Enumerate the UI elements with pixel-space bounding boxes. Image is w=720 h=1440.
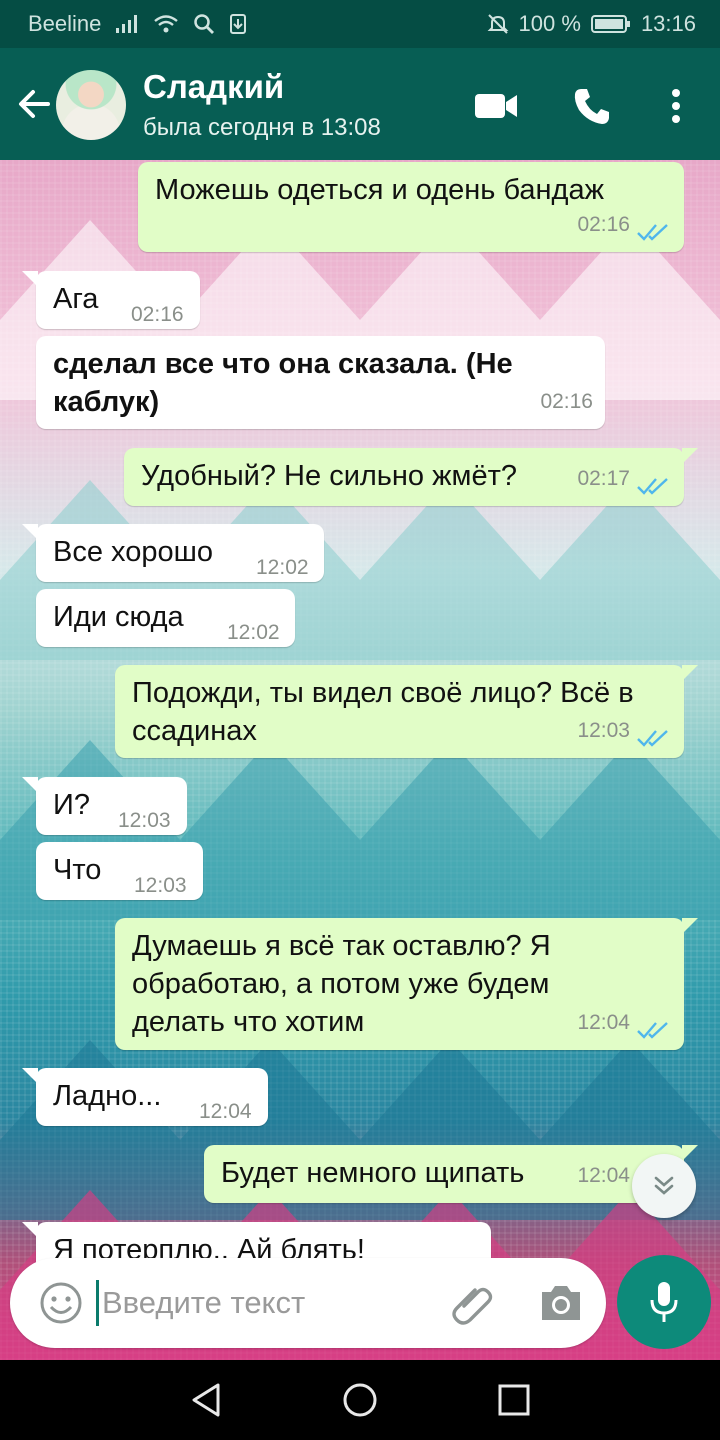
more-vertical-icon[interactable] bbox=[654, 84, 698, 128]
last-seen-status: была сегодня в 13:08 bbox=[143, 114, 381, 141]
message-text: сделал все что она сказала. (Не каблук) bbox=[53, 348, 513, 418]
message-time: 12:03 bbox=[118, 809, 171, 832]
mic-button[interactable] bbox=[617, 1255, 711, 1349]
message-time: 12:02 bbox=[227, 621, 280, 644]
system-navigation-bar bbox=[0, 1360, 720, 1440]
message-composer bbox=[10, 1258, 606, 1348]
message-time: 12:02 bbox=[256, 556, 309, 579]
message-outgoing[interactable]: Подожди, ты видел своё лицо? Всё в ссади… bbox=[115, 665, 698, 758]
read-ticks-icon bbox=[637, 478, 668, 495]
recents-nav-icon[interactable] bbox=[494, 1380, 534, 1420]
avatar[interactable] bbox=[56, 70, 126, 140]
message-time: 12:03 bbox=[577, 719, 630, 742]
message-time: 12:03 bbox=[134, 874, 187, 897]
chevron-double-down-icon bbox=[654, 1176, 674, 1195]
message-time: 12:04 bbox=[577, 1164, 630, 1187]
battery-percent: 100 % bbox=[518, 11, 581, 36]
emoji-icon[interactable] bbox=[38, 1280, 84, 1326]
message-outgoing[interactable]: Удобный? Не сильно жмёт? 02:17 bbox=[124, 448, 698, 506]
message-text: Все хорошо bbox=[53, 536, 213, 568]
message-incoming[interactable]: И? 12:03 bbox=[22, 777, 187, 835]
message-text: Думаешь я всё так оставлю? Я обработаю, … bbox=[132, 930, 551, 1038]
message-incoming[interactable]: Что 12:03 bbox=[36, 842, 203, 900]
message-text: Удобный? Не сильно жмёт? bbox=[141, 460, 517, 492]
message-input[interactable] bbox=[102, 1280, 432, 1326]
chat-area[interactable]: Можешь одеться и одень бандаж 02:16 Ага … bbox=[0, 160, 720, 1360]
message-text: Иди сюда bbox=[53, 601, 184, 633]
message-time: 02:16 bbox=[577, 213, 630, 236]
contact-name[interactable]: Сладкий bbox=[143, 68, 284, 106]
message-time: 02:16 bbox=[540, 390, 593, 413]
text-caret bbox=[96, 1280, 99, 1326]
message-time: 12:04 bbox=[577, 1011, 630, 1034]
clock: 13:16 bbox=[640, 11, 696, 36]
message-time: 02:17 bbox=[577, 467, 630, 490]
message-text: И? bbox=[53, 789, 90, 821]
wifi-icon bbox=[153, 14, 179, 34]
message-text: Ага bbox=[53, 283, 99, 315]
phone-icon[interactable] bbox=[570, 84, 614, 128]
status-bar: Beeline 100 % 13:16 bbox=[0, 0, 720, 48]
read-ticks-icon bbox=[637, 1022, 668, 1039]
message-outgoing[interactable]: Будет немного щипать 12:04 bbox=[204, 1145, 698, 1203]
message-text: Будет немного щипать bbox=[221, 1157, 525, 1189]
message-incoming[interactable]: Ага 02:16 bbox=[22, 271, 200, 329]
attach-icon[interactable] bbox=[450, 1280, 496, 1326]
home-nav-icon[interactable] bbox=[340, 1380, 380, 1420]
message-outgoing[interactable]: Думаешь я всё так оставлю? Я обработаю, … bbox=[115, 918, 698, 1050]
read-ticks-icon bbox=[637, 224, 668, 241]
back-nav-icon[interactable] bbox=[186, 1380, 226, 1420]
video-call-icon[interactable] bbox=[474, 84, 518, 128]
message-time: 02:16 bbox=[131, 303, 184, 326]
message-incoming[interactable]: Иди сюда 12:02 bbox=[36, 589, 295, 647]
message-incoming[interactable]: Ладно... 12:04 bbox=[22, 1068, 268, 1126]
read-ticks-icon bbox=[637, 730, 668, 747]
message-text: Что bbox=[53, 854, 102, 886]
search-icon bbox=[193, 13, 215, 35]
message-incoming[interactable]: Все хорошо 12:02 bbox=[22, 524, 324, 582]
mic-icon bbox=[650, 1282, 678, 1322]
message-outgoing[interactable]: Можешь одеться и одень бандаж 02:16 bbox=[138, 162, 684, 252]
back-arrow-icon[interactable] bbox=[14, 84, 54, 124]
download-icon bbox=[229, 13, 247, 35]
chat-header: Сладкий была сегодня в 13:08 bbox=[0, 48, 720, 160]
message-text: Ладно... bbox=[53, 1080, 162, 1112]
message-incoming[interactable]: сделал все что она сказала. (Не каблук) … bbox=[36, 336, 605, 429]
message-text: Можешь одеться и одень бандаж bbox=[155, 174, 604, 206]
mute-icon bbox=[487, 13, 509, 35]
carrier-name: Beeline bbox=[28, 11, 102, 36]
message-time: 12:04 bbox=[199, 1100, 252, 1123]
signal-icon bbox=[115, 14, 139, 34]
battery-icon bbox=[590, 14, 631, 34]
camera-icon[interactable] bbox=[538, 1282, 584, 1324]
scroll-to-bottom-button[interactable] bbox=[632, 1154, 696, 1218]
